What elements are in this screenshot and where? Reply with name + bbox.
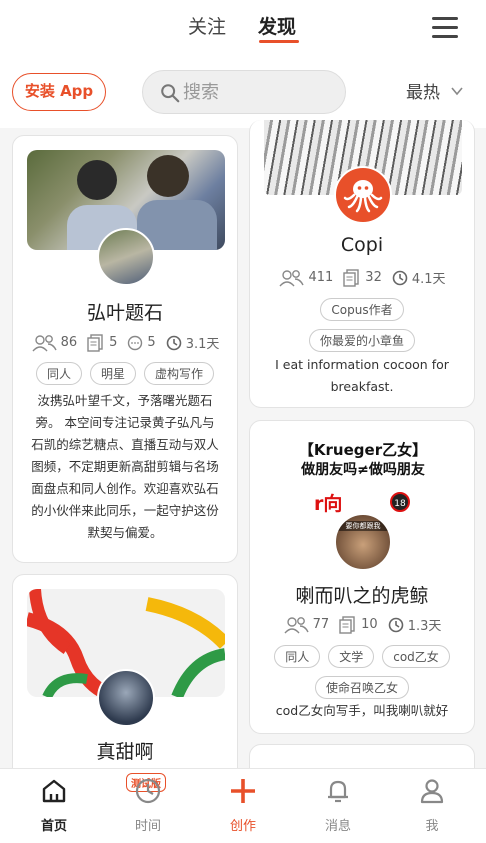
home-icon bbox=[42, 779, 66, 803]
tag-list: 同人 明星 虚构写作 bbox=[13, 362, 237, 385]
comment-count: 5 bbox=[147, 335, 156, 350]
octopus-icon bbox=[343, 180, 383, 213]
users-icon bbox=[279, 269, 305, 286]
active-tab-indicator bbox=[259, 40, 299, 43]
follower-count: 411 bbox=[308, 270, 334, 285]
plus-icon bbox=[231, 779, 255, 803]
bell-icon bbox=[328, 780, 348, 803]
tag[interactable]: cod乙女 bbox=[382, 645, 450, 668]
search-icon bbox=[161, 84, 180, 103]
search-box[interactable] bbox=[142, 70, 346, 114]
card-title: 喇而叭之的虎鲸 bbox=[295, 585, 429, 607]
nav-messages-label: 消息 bbox=[324, 819, 351, 834]
tag[interactable]: 同人 bbox=[274, 645, 321, 668]
nav-time-label: 时间 bbox=[134, 819, 161, 834]
cover-heading: 【Krueger乙女】 bbox=[298, 441, 428, 459]
card-stats: 411 32 4.1天 bbox=[250, 268, 474, 287]
install-app-button[interactable]: 安装 App bbox=[12, 73, 106, 111]
tag[interactable]: Copus作者 bbox=[320, 298, 404, 321]
avatar bbox=[97, 228, 155, 286]
nav-home[interactable]: 首页 bbox=[24, 777, 84, 834]
tag[interactable]: 明星 bbox=[89, 362, 136, 385]
tag[interactable]: 文学 bbox=[328, 645, 375, 668]
user-icon bbox=[420, 779, 444, 804]
tab-follow[interactable]: 关注 bbox=[188, 12, 226, 39]
octopus-logo bbox=[334, 166, 392, 224]
feed-card[interactable]: 【Krueger乙女】 做朋友吗≠做吗朋友 r向 18 要你都跟我 喇而叭之的虎… bbox=[249, 420, 475, 734]
card-title: 真甜啊 bbox=[96, 741, 154, 763]
search-input[interactable] bbox=[183, 77, 333, 107]
clock-icon bbox=[388, 617, 404, 632]
avatar bbox=[97, 669, 155, 727]
tag[interactable]: 虚构写作 bbox=[144, 362, 215, 385]
nav-time[interactable]: 时间 bbox=[118, 777, 178, 834]
chevron-down-icon bbox=[451, 86, 463, 95]
sort-dropdown[interactable]: 最热 bbox=[406, 78, 464, 103]
nav-home-label: 首页 bbox=[40, 819, 67, 834]
post-count: 5 bbox=[109, 335, 118, 350]
tag-list: 同人 文学 cod乙女 使命召唤乙女 bbox=[250, 645, 474, 699]
tag[interactable]: 同人 bbox=[35, 362, 82, 385]
app-root: 关注 发现 安装 App 最热 弘叶 bbox=[0, 0, 486, 843]
nav-me-label: 我 bbox=[425, 819, 439, 834]
comment-icon bbox=[128, 335, 143, 350]
avatar: 要你都跟我 bbox=[334, 513, 392, 571]
card-title: Copi bbox=[340, 234, 384, 256]
follower-count: 77 bbox=[312, 617, 330, 632]
card-description: I eat information cocoon for breakfast. bbox=[275, 357, 449, 394]
search-row: 安装 App 最热 bbox=[0, 60, 486, 128]
tag[interactable]: 你最爱的小章鱼 bbox=[308, 329, 415, 352]
last-active: 1.3天 bbox=[407, 619, 442, 634]
card-stats: 86 5 5 3.1天 bbox=[13, 333, 237, 352]
nav-messages[interactable]: 消息 bbox=[308, 777, 368, 834]
cover-rating-text: r向 bbox=[314, 493, 343, 515]
users-icon bbox=[32, 334, 57, 351]
users-icon bbox=[284, 616, 309, 633]
cover-subheading: 做朋友吗≠做吗朋友 bbox=[301, 462, 425, 478]
last-active: 3.1天 bbox=[185, 337, 220, 352]
post-count: 10 bbox=[361, 617, 378, 632]
posts-icon bbox=[87, 333, 103, 352]
top-nav: 关注 发现 bbox=[0, 0, 486, 60]
clock-icon bbox=[135, 778, 161, 804]
tab-discover[interactable]: 发现 bbox=[258, 12, 296, 39]
card-description: 汝携弘叶望千文，予落曙光题石旁。 本空间专注记录黄子弘凡与石凯的综艺糖点、直播互… bbox=[31, 393, 219, 540]
avatar-caption: 要你都跟我 bbox=[336, 521, 390, 531]
sort-label: 最热 bbox=[406, 83, 440, 103]
tag-list: Copus作者 你最爱的小章鱼 bbox=[250, 298, 474, 352]
nav-me[interactable]: 我 bbox=[402, 777, 462, 834]
nav-create-label: 创作 bbox=[229, 819, 256, 834]
feed-card[interactable]: 弘叶题石 86 5 5 3.1天 同人 明星 虚构写作 汝携弘叶望千文，予落曙光… bbox=[12, 135, 238, 563]
follower-count: 86 bbox=[60, 335, 78, 350]
feed-card[interactable]: Copi 411 32 4.1天 Copus作者 你最爱的小章鱼 I eat i… bbox=[249, 120, 475, 408]
card-description: cod乙女向写手，叫我喇叭就好 bbox=[275, 703, 449, 718]
tag[interactable]: 使命召唤乙女 bbox=[314, 676, 409, 699]
age-18-badge: 18 bbox=[390, 492, 410, 512]
bottom-nav: 首页 测试版 时间 创作 消息 我 bbox=[0, 768, 486, 843]
posts-icon bbox=[339, 615, 355, 634]
nav-create[interactable]: 创作 bbox=[213, 777, 273, 834]
post-count: 32 bbox=[365, 270, 382, 285]
posts-icon bbox=[343, 268, 359, 287]
menu-icon[interactable] bbox=[432, 17, 458, 39]
card-title: 弘叶题石 bbox=[86, 302, 163, 324]
card-stats: 77 10 1.3天 bbox=[250, 615, 474, 634]
last-active: 4.1天 bbox=[411, 272, 446, 287]
clock-icon bbox=[392, 270, 408, 285]
clock-icon bbox=[166, 335, 182, 350]
